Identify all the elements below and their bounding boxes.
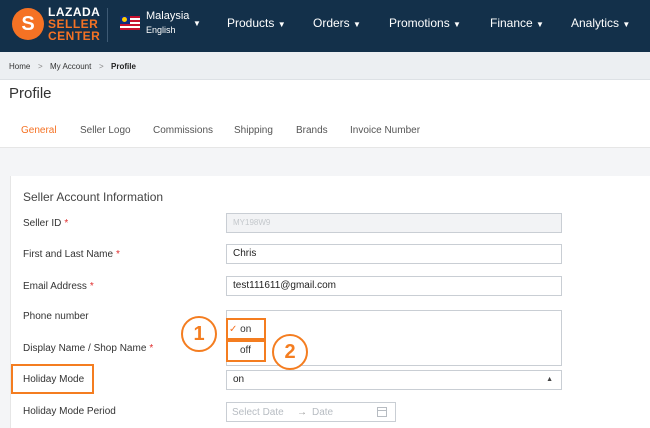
nav-promotions[interactable]: Promotions ▼	[389, 16, 461, 30]
nav-label: Finance	[490, 16, 533, 30]
holiday-period-label: Holiday Mode Period	[23, 406, 116, 417]
chevron-down-icon: ▼	[536, 20, 544, 29]
email-field[interactable]: test111611@gmail.com	[226, 276, 562, 296]
breadcrumb-profile: Profile	[111, 62, 136, 71]
label-text: First and Last Name	[23, 249, 114, 260]
tab-brands[interactable]: Brands	[296, 125, 328, 136]
breadcrumb-home[interactable]: Home	[9, 62, 30, 71]
range-arrow-icon: →	[297, 407, 307, 418]
nav-label: Promotions	[389, 16, 450, 30]
seller-id-field: MY198W9	[226, 213, 562, 233]
chevron-down-icon: ▼	[622, 20, 631, 29]
page-title: Profile	[9, 85, 52, 102]
brand-line-3: CENTER	[48, 29, 101, 43]
holiday-period-range-picker[interactable]: Select Date → Date	[226, 402, 396, 422]
tab-general[interactable]: General	[21, 125, 57, 136]
seller-id-label: Seller ID *	[23, 218, 68, 229]
nav-label: Products	[227, 16, 275, 30]
calendar-icon[interactable]	[377, 407, 387, 417]
chevron-down-icon[interactable]: ▼	[193, 19, 201, 28]
display-name-label: Display Name / Shop Name *	[23, 343, 153, 354]
breadcrumb-separator: >	[99, 62, 104, 71]
nav-label: Orders	[313, 16, 350, 30]
label-text: Seller ID	[23, 218, 62, 229]
required-mark: *	[89, 281, 94, 292]
email-label: Email Address *	[23, 281, 94, 292]
chevron-down-icon: ▼	[277, 20, 286, 29]
chevron-down-icon: ▼	[453, 20, 461, 29]
callout-2: 2	[272, 334, 308, 370]
name-label: First and Last Name *	[23, 249, 120, 260]
select-value: on	[233, 374, 245, 385]
tab-invoice-number[interactable]: Invoice Number	[350, 125, 420, 136]
required-mark: *	[64, 218, 69, 229]
name-field[interactable]: Chris	[226, 244, 562, 264]
annotation-box-holiday-mode	[11, 364, 94, 394]
start-date-input[interactable]: Select Date	[232, 407, 284, 418]
tab-seller-logo[interactable]: Seller Logo	[80, 125, 131, 136]
tab-commissions[interactable]: Commissions	[153, 125, 213, 136]
callout-1: 1	[181, 316, 217, 352]
nav-orders[interactable]: Orders ▼	[313, 16, 361, 30]
malaysia-flag-icon[interactable]	[120, 16, 140, 30]
label-text: Display Name / Shop Name	[23, 343, 147, 354]
nav-label: Analytics	[571, 16, 620, 30]
page-gutter	[0, 176, 10, 428]
nav-products[interactable]: Products ▼	[227, 16, 286, 30]
nav-analytics[interactable]: Analytics ▼	[571, 16, 630, 30]
label-text: Email Address	[23, 281, 87, 292]
required-mark: *	[149, 343, 154, 354]
annotation-box-off	[226, 340, 266, 362]
lazada-logo-icon[interactable]: S	[12, 8, 44, 40]
end-date-input[interactable]: Date	[312, 407, 333, 418]
language-label[interactable]: English	[146, 25, 176, 35]
holiday-mode-select[interactable]: on ▲	[226, 370, 562, 390]
country-selector[interactable]: Malaysia	[146, 10, 189, 22]
breadcrumb-separator: >	[38, 62, 43, 71]
chevron-up-icon: ▲	[546, 376, 553, 383]
section-spacer	[0, 148, 650, 176]
tab-shipping[interactable]: Shipping	[234, 125, 273, 136]
divider	[107, 8, 108, 42]
section-title: Seller Account Information	[23, 190, 164, 204]
phone-label: Phone number	[23, 311, 89, 322]
breadcrumb: Home > My Account > Profile	[0, 52, 650, 80]
breadcrumb-my-account[interactable]: My Account	[50, 62, 91, 71]
annotation-box-on	[226, 318, 266, 340]
chevron-down-icon: ▼	[353, 20, 361, 29]
nav-finance[interactable]: Finance ▼	[490, 16, 544, 30]
top-navigation-bar: S LAZADA SELLER CENTER Malaysia English …	[0, 0, 650, 52]
required-mark: *	[116, 249, 120, 260]
brand-wordmark[interactable]: LAZADA SELLER CENTER	[48, 6, 100, 42]
